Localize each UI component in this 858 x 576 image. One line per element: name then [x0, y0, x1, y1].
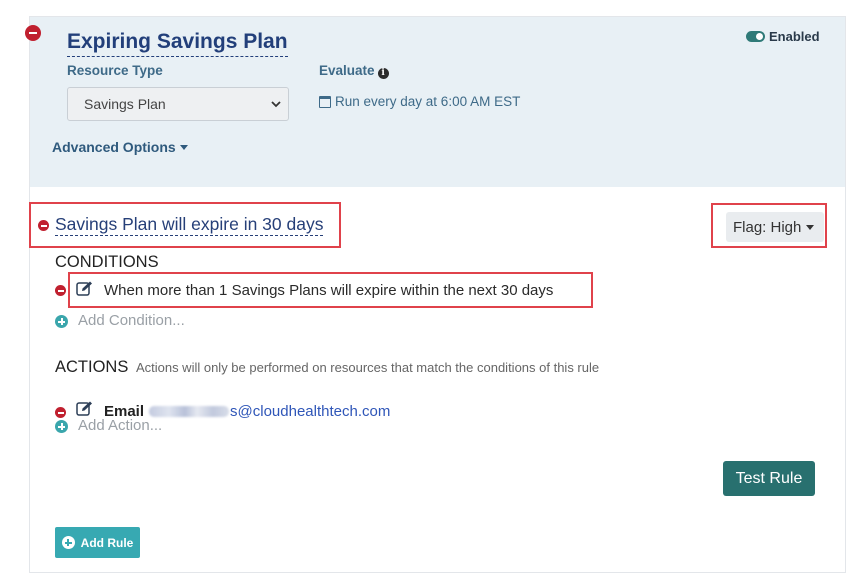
add-rule-label: Add Rule — [80, 535, 134, 550]
conditions-heading: CONDITIONS — [55, 253, 159, 271]
redacted-email-name — [149, 406, 230, 417]
condition-text[interactable]: When more than 1 Savings Plans will expi… — [104, 282, 553, 299]
chevron-down-icon — [271, 101, 281, 108]
plus-circle-icon[interactable] — [55, 315, 68, 328]
flag-label: Flag: High — [733, 218, 802, 236]
calendar-icon — [319, 95, 331, 108]
caret-down-icon — [806, 224, 815, 230]
resource-type-value: Savings Plan — [84, 96, 166, 112]
remove-rule-icon[interactable] — [38, 220, 49, 231]
enabled-toggle[interactable]: Enabled — [746, 29, 820, 44]
remove-condition-icon[interactable] — [55, 285, 66, 296]
actions-heading: ACTIONS Actions will only be performed o… — [55, 358, 599, 377]
advanced-options-label: Advanced Options — [52, 139, 176, 155]
caret-down-icon — [179, 144, 188, 150]
policy-card: Expiring Savings Plan Enabled Resource T… — [25, 16, 846, 573]
actions-heading-text: ACTIONS — [55, 358, 129, 376]
edit-icon[interactable] — [76, 401, 93, 416]
add-condition-link[interactable]: Add Condition... — [78, 312, 185, 329]
info-icon[interactable]: i — [377, 68, 389, 79]
actions-note: Actions will only be performed on resour… — [135, 360, 600, 375]
advanced-options-toggle[interactable]: Advanced Options — [52, 139, 188, 155]
resource-type-label: Resource Type — [67, 63, 163, 78]
enabled-label: Enabled — [769, 29, 820, 44]
email-domain: s@cloudhealthtech.com — [230, 403, 391, 420]
remove-action-icon[interactable] — [55, 407, 66, 418]
evaluate-label: Evaluate i — [319, 63, 389, 79]
policy-title[interactable]: Expiring Savings Plan — [67, 29, 288, 57]
plus-circle-icon — [61, 536, 75, 549]
add-action-link[interactable]: Add Action... — [78, 417, 162, 434]
resource-type-select[interactable]: Savings Plan — [67, 87, 289, 121]
edit-icon[interactable] — [76, 281, 93, 296]
test-rule-button[interactable]: Test Rule — [723, 461, 815, 496]
rule-title[interactable]: Savings Plan will expire in 30 days — [55, 213, 324, 236]
policy-header: Expiring Savings Plan Enabled Resource T… — [25, 17, 845, 187]
toggle-on-icon[interactable] — [746, 31, 765, 42]
add-rule-button[interactable]: Add Rule — [55, 527, 140, 558]
remove-policy-icon[interactable] — [25, 25, 41, 41]
rule-body: Savings Plan will expire in 30 days Flag… — [29, 187, 845, 572]
plus-circle-icon[interactable] — [55, 420, 68, 433]
schedule[interactable]: Run every day at 6:00 AM EST — [319, 94, 520, 109]
evaluate-label-text: Evaluate — [319, 63, 375, 78]
flag-dropdown[interactable]: Flag: High — [726, 212, 825, 242]
schedule-text: Run every day at 6:00 AM EST — [335, 94, 521, 109]
